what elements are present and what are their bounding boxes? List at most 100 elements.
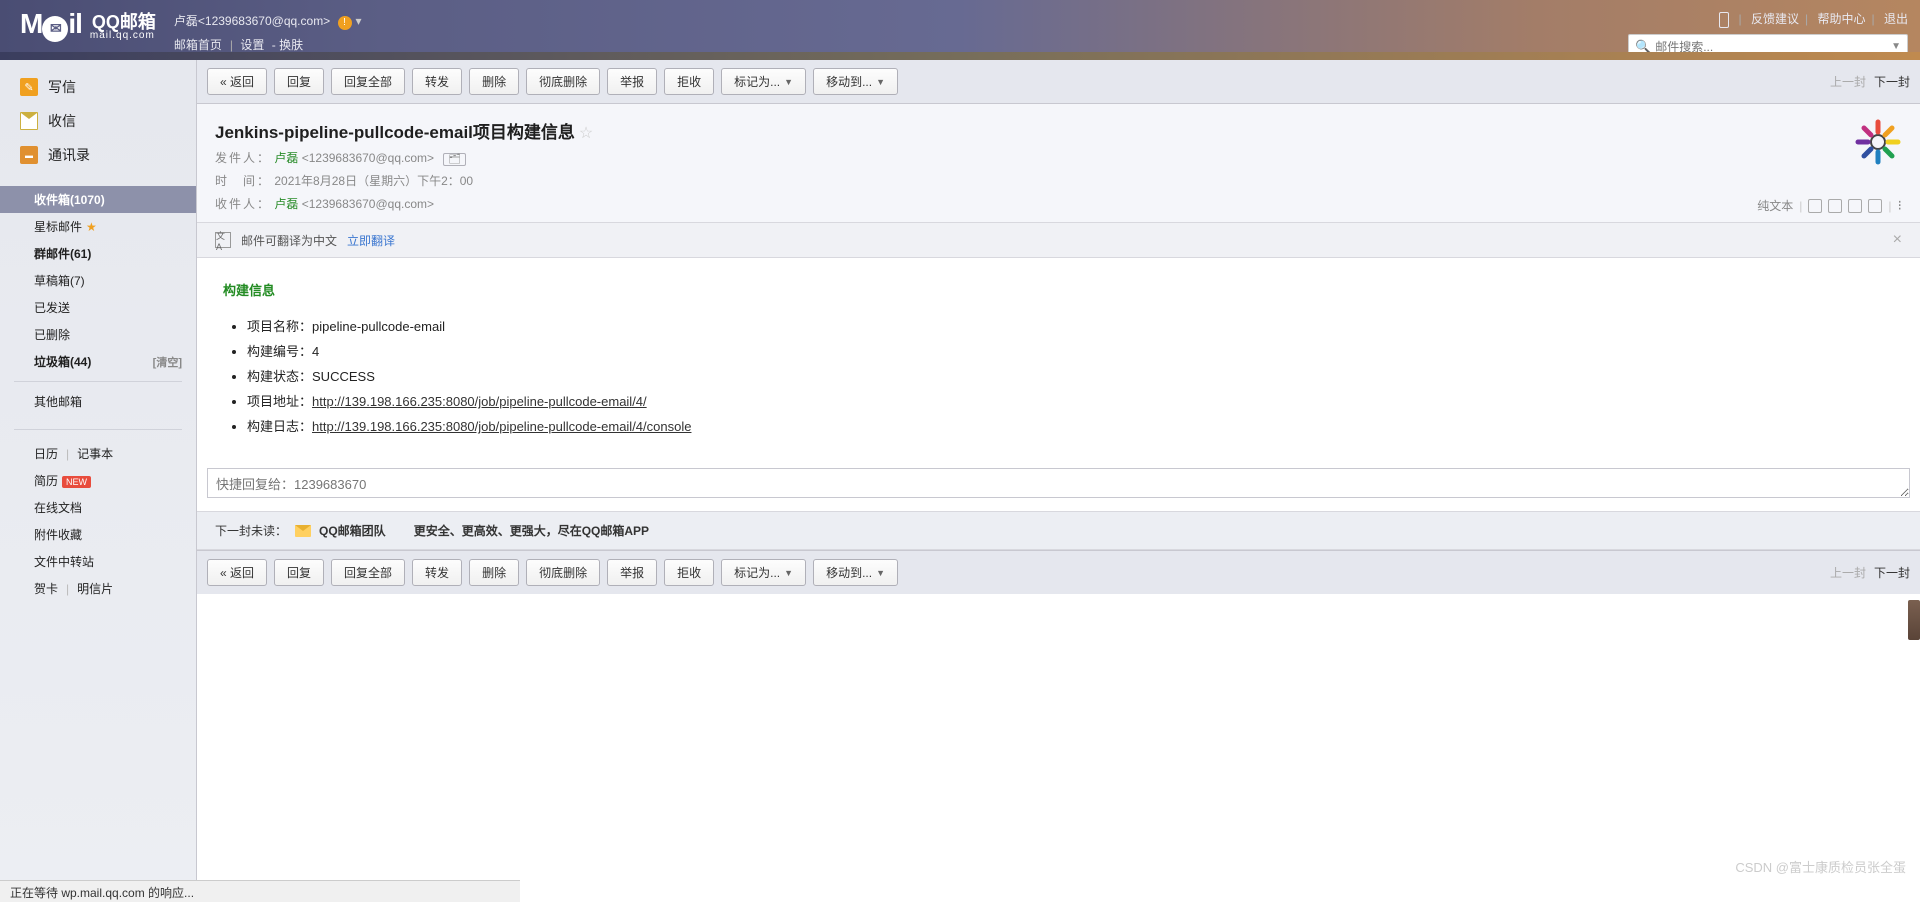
forward-button[interactable]: 转发 <box>412 68 462 95</box>
from-addr: <1239683670@qq.com> <box>302 151 434 165</box>
folder-trash[interactable]: 垃圾箱(44)[清空] <box>0 348 196 375</box>
nav-settings[interactable]: 设置 <box>240 38 264 52</box>
sender-avatar[interactable] <box>1854 118 1902 166</box>
scrollbar-thumb[interactable] <box>1908 600 1920 640</box>
link-docs[interactable]: 在线文档 <box>34 501 82 515</box>
compose-icon <box>20 78 38 96</box>
link-help[interactable]: 帮助中心 <box>1818 12 1866 26</box>
mark-button[interactable]: 标记为...▼ <box>721 68 806 95</box>
next-sender: QQ邮箱团队 <box>319 522 386 539</box>
next-slogan: 更安全、更高效、更强大，尽在QQ邮箱APP <box>414 522 649 539</box>
nav-skin[interactable]: 换肤 <box>279 38 303 52</box>
reject-button[interactable]: 拒收 <box>664 68 714 95</box>
translate-icon: 文A <box>215 232 231 248</box>
folder-starred[interactable]: 星标邮件★ <box>0 213 196 240</box>
next-mail-b[interactable]: 下一封 <box>1874 564 1910 581</box>
header-right: | 反馈建议| 帮助中心| 退出 🔍 ▼ <box>1628 8 1908 60</box>
link-notes[interactable]: 记事本 <box>77 447 113 461</box>
folder-drafts[interactable]: 草稿箱(7) <box>0 267 196 294</box>
toolbar-bottom: « 返回 回复 回复全部 转发 删除 彻底删除 举报 拒收 标记为...▼ 移动… <box>197 550 1920 594</box>
next-mail[interactable]: 下一封 <box>1874 73 1910 90</box>
search-icon: 🔍 <box>1635 39 1651 55</box>
window-icon[interactable] <box>1808 199 1822 213</box>
reply-button-b[interactable]: 回复 <box>274 559 324 586</box>
reply-all-button-b[interactable]: 回复全部 <box>331 559 405 586</box>
inbox-icon <box>20 112 38 130</box>
forward-button-b[interactable]: 转发 <box>412 559 462 586</box>
build-item: 构建编号：4 <box>247 338 1894 363</box>
print-icon[interactable] <box>1868 199 1882 213</box>
mark-button-b[interactable]: 标记为...▼ <box>721 559 806 586</box>
star-toggle-icon[interactable]: ☆ <box>579 125 593 142</box>
status-bar: 正在等待 wp.mail.qq.com 的响应... <box>0 880 520 902</box>
logo[interactable]: M✉il QQ邮箱 mail.qq.com <box>20 8 156 42</box>
delete-button-b[interactable]: 删除 <box>469 559 519 586</box>
vcard-icon[interactable]: 🗂 <box>443 153 466 166</box>
next-unread-bar[interactable]: 下一封未读： QQ邮箱团队 更安全、更高效、更强大，尽在QQ邮箱APP <box>197 511 1920 550</box>
move-button-b[interactable]: 移动到...▼ <box>813 559 898 586</box>
link-transfer[interactable]: 文件中转站 <box>34 555 94 569</box>
perm-delete-button[interactable]: 彻底删除 <box>526 68 600 95</box>
app-header: M✉il QQ邮箱 mail.qq.com 卢磊<1239683670@qq.c… <box>0 0 1920 60</box>
folder-deleted[interactable]: 已删除 <box>0 321 196 348</box>
report-button[interactable]: 举报 <box>607 68 657 95</box>
link-feedback[interactable]: 反馈建议 <box>1751 12 1799 26</box>
nav-compose[interactable]: 写信 <box>0 70 196 104</box>
project-url[interactable]: http://139.198.166.235:8080/job/pipeline… <box>312 394 647 409</box>
reject-button-b[interactable]: 拒收 <box>664 559 714 586</box>
report-button-b[interactable]: 举报 <box>607 559 657 586</box>
console-url[interactable]: http://139.198.166.235:8080/job/pipeline… <box>312 419 691 434</box>
link-calendar[interactable]: 日历 <box>34 447 58 461</box>
plaintext-toggle[interactable]: 纯文本 <box>1757 197 1793 214</box>
link-resume[interactable]: 简历 <box>34 474 58 488</box>
close-icon[interactable]: × <box>1893 231 1902 249</box>
folder-inbox[interactable]: 收件箱(1070) <box>0 186 196 213</box>
delete-button[interactable]: 删除 <box>469 68 519 95</box>
to-addr: <1239683670@qq.com> <box>302 197 434 211</box>
reply-button[interactable]: 回复 <box>274 68 324 95</box>
to-name[interactable]: 卢磊 <box>274 197 298 211</box>
phone-icon[interactable] <box>1719 12 1729 28</box>
back-button-b[interactable]: « 返回 <box>207 559 267 586</box>
from-name[interactable]: 卢磊 <box>274 151 298 165</box>
mail-time: 2021年8月28日（星期六）下午2：00 <box>274 174 473 188</box>
folder-sent[interactable]: 已发送 <box>0 294 196 321</box>
link-logout[interactable]: 退出 <box>1884 12 1908 26</box>
body-heading: 构建信息 <box>223 280 1894 299</box>
folder-group[interactable]: 群邮件(61) <box>0 240 196 267</box>
prev-mail: 上一封 <box>1830 73 1866 90</box>
nav-home[interactable]: 邮箱首页 <box>174 38 222 52</box>
user-display[interactable]: 卢磊<1239683670@qq.com> <box>174 14 330 28</box>
more-icon[interactable]: ⁝ <box>1898 197 1902 214</box>
nav-receive[interactable]: 收信 <box>0 104 196 138</box>
translate-bar: 文A 邮件可翻译为中文 立即翻译 × <box>197 223 1920 258</box>
prev-mail-b: 上一封 <box>1830 564 1866 581</box>
build-item: 项目名称：pipeline-pullcode-email <box>247 313 1894 338</box>
star-icon: ★ <box>86 220 97 234</box>
translate-link[interactable]: 立即翻译 <box>347 232 395 249</box>
quick-reply-input[interactable] <box>207 468 1910 498</box>
move-button[interactable]: 移动到...▼ <box>813 68 898 95</box>
link-postcard[interactable]: 明信片 <box>77 582 113 596</box>
search-input[interactable] <box>1655 40 1891 54</box>
link-cards[interactable]: 贺卡 <box>34 582 58 596</box>
copy-icon[interactable] <box>1828 199 1842 213</box>
back-button[interactable]: « 返回 <box>207 68 267 95</box>
folder-other[interactable]: 其他邮箱 <box>0 388 196 415</box>
nav-contacts[interactable]: 通讯录 <box>0 138 196 172</box>
search-box[interactable]: 🔍 ▼ <box>1628 34 1908 60</box>
content-pane: « 返回 回复 回复全部 转发 删除 彻底删除 举报 拒收 标记为...▼ 移动… <box>197 60 1920 902</box>
trash-clear[interactable]: [清空] <box>153 354 182 370</box>
bell-icon: ✉ <box>42 16 68 42</box>
reply-all-button[interactable]: 回复全部 <box>331 68 405 95</box>
contacts-icon <box>20 146 38 164</box>
chevron-down-icon[interactable]: ▼ <box>1891 41 1901 52</box>
save-icon[interactable] <box>1848 199 1862 213</box>
new-badge: NEW <box>62 476 91 488</box>
warning-icon[interactable]: ! <box>338 16 352 30</box>
header-user-block: 卢磊<1239683670@qq.com> !▾ 邮箱首页| 设置 - 换肤 <box>174 8 362 53</box>
quick-reply <box>207 468 1910 501</box>
link-attachments[interactable]: 附件收藏 <box>34 528 82 542</box>
perm-delete-button-b[interactable]: 彻底删除 <box>526 559 600 586</box>
mail-body: 构建信息 项目名称：pipeline-pullcode-email 构建编号：4… <box>197 258 1920 468</box>
